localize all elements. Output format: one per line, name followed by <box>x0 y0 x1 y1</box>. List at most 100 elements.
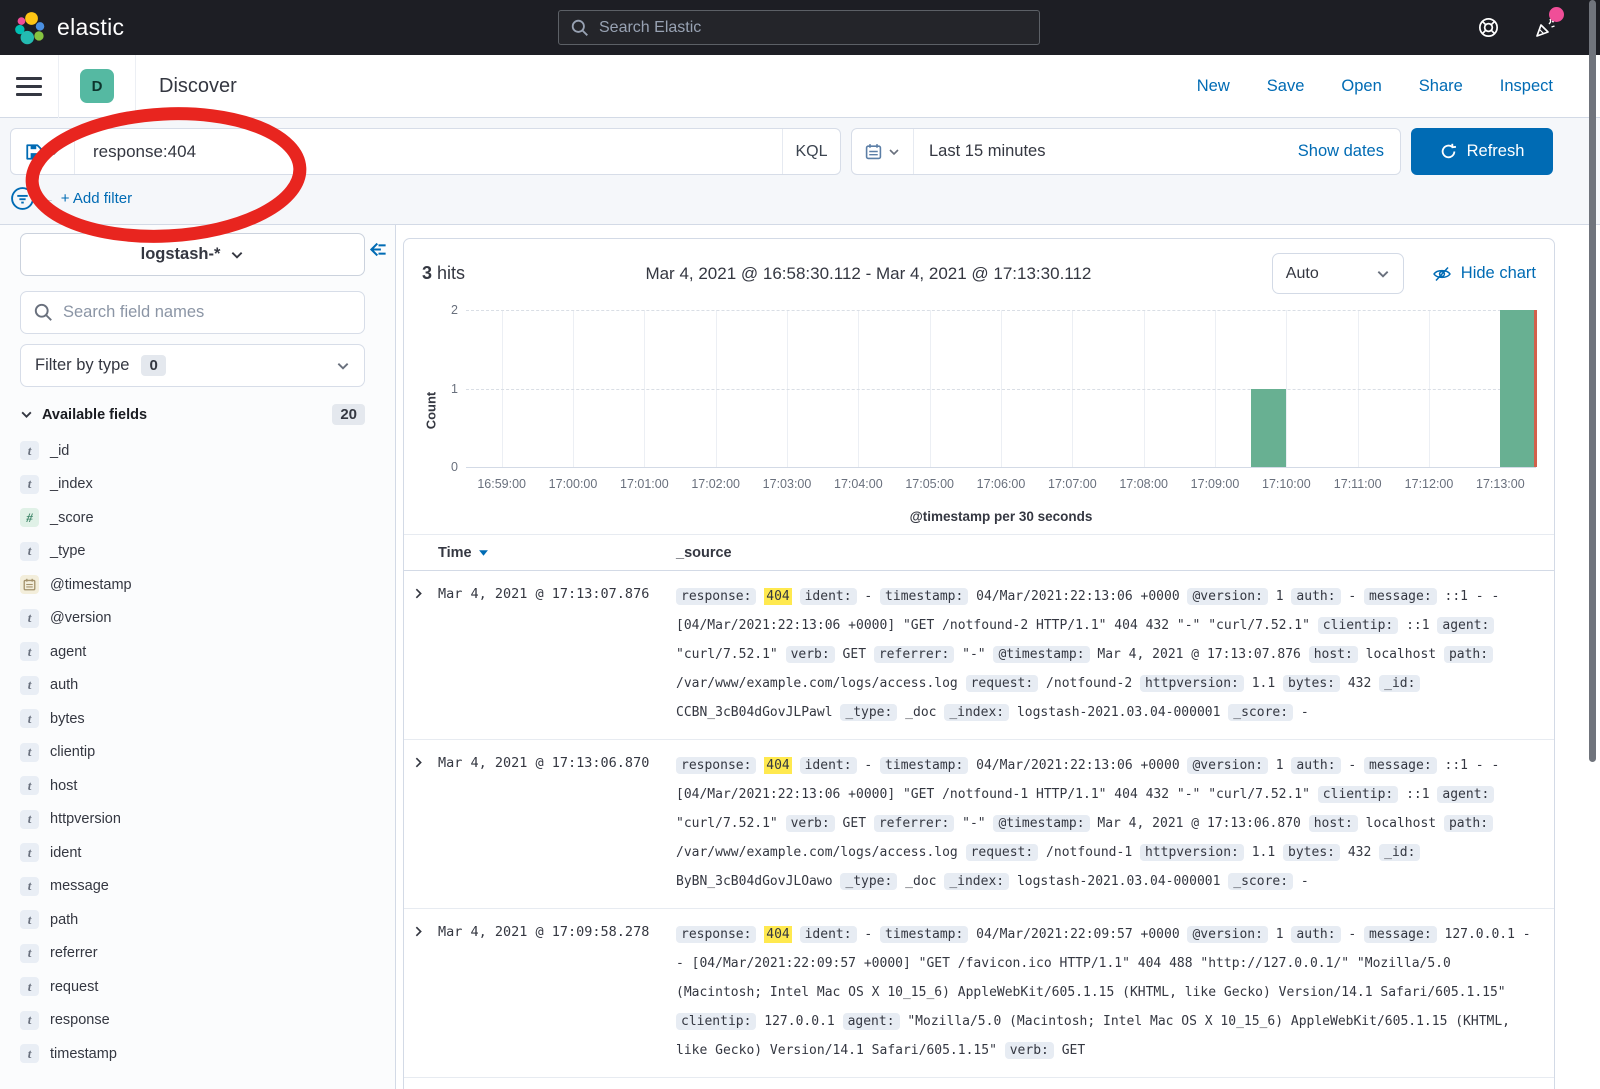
x-tick-label: 17:09:00 <box>1191 477 1240 491</box>
field-name-pill: @version: <box>1187 926 1267 943</box>
field-name-pill: request: <box>966 675 1039 692</box>
show-dates-button[interactable]: Show dates <box>1298 129 1400 174</box>
field-name-pill: _type: <box>840 873 897 890</box>
help-icon[interactable] <box>1477 16 1500 39</box>
field-item-referrer[interactable]: treferrer <box>20 937 364 971</box>
doc-source: response: 404 ident: - timestamp: 04/Mar… <box>676 751 1534 896</box>
text-field-icon: t <box>20 642 39 661</box>
text-field-icon: t <box>20 743 39 762</box>
field-name-pill: _type: <box>840 704 897 721</box>
field-item-message[interactable]: tmessage <box>20 870 364 904</box>
inspect-button[interactable]: Inspect <box>1500 77 1553 96</box>
menu-icon[interactable] <box>0 55 58 118</box>
field-item-agent[interactable]: tagent <box>20 635 364 669</box>
field-name-pill: message: <box>1364 926 1437 943</box>
chevron-down-icon <box>230 248 244 262</box>
saved-query-menu-button[interactable] <box>11 129 75 174</box>
share-button[interactable]: Share <box>1419 77 1463 96</box>
global-search[interactable] <box>558 10 1040 45</box>
query-input[interactable] <box>93 142 782 162</box>
field-item-timestamp[interactable]: @timestamp <box>20 568 364 602</box>
current-time-marker <box>1534 310 1537 467</box>
refresh-button[interactable]: Refresh <box>1411 128 1553 175</box>
chart-date-range: Mar 4, 2021 @ 16:58:30.112 - Mar 4, 2021… <box>465 264 1272 284</box>
new-button[interactable]: New <box>1197 77 1230 96</box>
field-item-type[interactable]: t_type <box>20 535 364 569</box>
scrollbar-thumb[interactable] <box>1589 0 1596 762</box>
x-tick-label: 16:59:00 <box>477 477 526 491</box>
elastic-logo-icon <box>14 11 48 45</box>
hide-chart-label: Hide chart <box>1461 264 1536 283</box>
expand-row-button[interactable] <box>412 751 432 896</box>
field-search-input[interactable] <box>63 303 351 322</box>
brand-name: elastic <box>57 14 124 41</box>
field-item-bytes[interactable]: tbytes <box>20 702 364 736</box>
field-name-pill: request: <box>966 844 1039 861</box>
field-name-pill: clientip: <box>1318 617 1398 634</box>
field-name-pill: verb: <box>786 646 835 663</box>
x-tick-label: 17:05:00 <box>905 477 954 491</box>
filter-by-type-select[interactable]: Filter by type 0 <box>20 344 365 387</box>
index-pattern-label: logstash-* <box>141 245 221 264</box>
source-column-header: _source <box>676 545 732 561</box>
field-item-index[interactable]: t_index <box>20 468 364 502</box>
x-tick-label: 17:11:00 <box>1334 477 1382 491</box>
field-item-auth[interactable]: tauth <box>20 669 364 703</box>
field-name-pill: auth: <box>1291 588 1340 605</box>
field-name: message <box>50 878 109 894</box>
open-button[interactable]: Open <box>1341 77 1381 96</box>
field-name: agent <box>50 644 86 660</box>
field-item-host[interactable]: thost <box>20 769 364 803</box>
text-field-icon: t <box>20 910 39 929</box>
interval-select[interactable]: Auto <box>1272 253 1404 294</box>
available-fields-label: Available fields <box>42 407 147 423</box>
field-name-pill: host: <box>1309 815 1358 832</box>
x-tick-label: 17:10:00 <box>1262 477 1311 491</box>
field-item-httpversion[interactable]: thttpversion <box>20 803 364 837</box>
field-name: referrer <box>50 945 98 961</box>
x-axis-ticks: 16:59:0017:00:0017:01:0017:02:0017:03:00… <box>466 477 1536 495</box>
chevron-down-icon <box>48 146 60 158</box>
field-name: timestamp <box>50 1046 117 1062</box>
time-column-header[interactable]: Time <box>438 545 676 561</box>
filter-icon[interactable] <box>10 186 35 211</box>
field-name-pill: verb: <box>786 815 835 832</box>
field-name-pill: agent: <box>1437 786 1494 803</box>
date-picker: Last 15 minutes Show dates <box>851 128 1401 175</box>
available-fields-toggle[interactable]: Available fields 20 <box>20 404 365 425</box>
index-pattern-select[interactable]: logstash-* <box>20 233 365 276</box>
time-range-value[interactable]: Last 15 minutes <box>914 129 1298 174</box>
field-name-pill: host: <box>1309 646 1358 663</box>
search-elastic-input[interactable] <box>599 19 1027 37</box>
field-item-id[interactable]: t_id <box>20 434 364 468</box>
doc-source: response: 404 ident: - timestamp: 04/Mar… <box>676 920 1534 1065</box>
expand-row-button[interactable] <box>412 582 432 727</box>
field-item-response[interactable]: tresponse <box>20 1004 364 1038</box>
discover-app-icon: D <box>80 69 114 103</box>
elastic-logo[interactable]: elastic <box>14 11 124 45</box>
save-button[interactable]: Save <box>1267 77 1305 96</box>
calendar-button[interactable] <box>852 129 914 174</box>
expand-row-button[interactable] <box>412 920 432 1065</box>
field-name-pill: timestamp: <box>880 926 968 943</box>
field-item-path[interactable]: tpath <box>20 903 364 937</box>
kql-button[interactable]: KQL <box>782 129 840 174</box>
newsfeed-icon[interactable] <box>1533 16 1557 40</box>
field-item-request[interactable]: trequest <box>20 970 364 1004</box>
field-name-pill: _index: <box>944 704 1009 721</box>
y-axis-title: Count <box>423 392 438 430</box>
add-filter-button[interactable]: + Add filter <box>61 190 132 207</box>
field-item-timestamp[interactable]: ttimestamp <box>20 1037 364 1071</box>
page-title: Discover <box>159 75 237 98</box>
field-name-pill: response: <box>676 588 756 605</box>
field-item-score[interactable]: #_score <box>20 501 364 535</box>
app-navbar: D Discover New Save Open Share Inspect <box>0 55 1600 118</box>
collapse-sidebar-icon[interactable] <box>369 240 388 259</box>
text-field-icon: t <box>20 542 39 561</box>
field-item-ident[interactable]: tident <box>20 836 364 870</box>
doc-table-body: Mar 4, 2021 @ 17:13:07.876response: 404 … <box>404 571 1554 1078</box>
field-item-clientip[interactable]: tclientip <box>20 736 364 770</box>
hide-chart-button[interactable]: Hide chart <box>1432 264 1536 284</box>
field-name: response <box>50 1012 110 1028</box>
field-item-version[interactable]: t@version <box>20 602 364 636</box>
